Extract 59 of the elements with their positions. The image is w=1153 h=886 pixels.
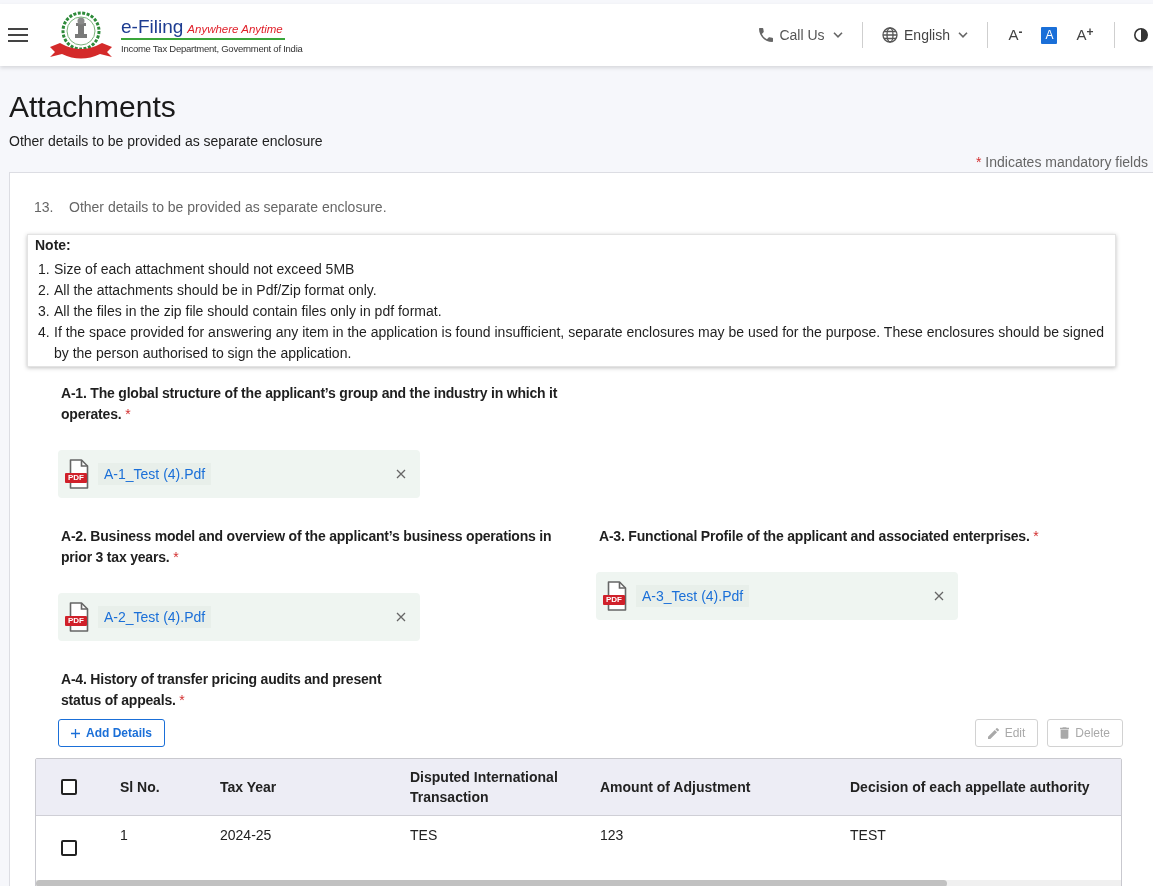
note-text: If the space provided for answering any item in the application is found insufficient, separate enclosures may be used for the purpose. These enclosures should be signed by the person authorised to sign the application. bbox=[54, 323, 1106, 363]
call-us-dropdown[interactable]: Call Us bbox=[759, 27, 843, 43]
chevron-down-icon bbox=[957, 32, 968, 38]
select-all-checkbox[interactable] bbox=[61, 779, 77, 795]
chevron-down-icon bbox=[832, 32, 843, 38]
file-type-badge: PDF bbox=[603, 595, 625, 605]
department-name: Income Tax Department, Government of India bbox=[121, 42, 303, 54]
close-icon[interactable] bbox=[396, 612, 406, 622]
list-number: 3. bbox=[38, 302, 51, 321]
table-cell: 2024-25 bbox=[220, 827, 272, 843]
table-cell: 123 bbox=[600, 827, 624, 843]
close-icon[interactable] bbox=[934, 591, 944, 601]
mandatory-fields-note: * Indicates mandatory fields bbox=[976, 154, 1148, 170]
file-name-link[interactable]: A-2_Test (4).Pdf bbox=[98, 606, 212, 628]
note-text: All the files in the zip file should contain files only in pdf format. bbox=[54, 302, 442, 321]
question-label: A-4. History of transfer pricing audits and present status of appeals. * bbox=[61, 671, 382, 708]
item-number: 13. bbox=[34, 199, 55, 215]
list-number: 4. bbox=[38, 323, 51, 342]
question-label: A-3. Functional Profile of the applicant and associated enterprises. * bbox=[599, 528, 1039, 544]
list-number: 2. bbox=[38, 281, 51, 300]
scrollbar-thumb[interactable] bbox=[36, 880, 948, 886]
font-size-button[interactable]: A$^{-}$ bbox=[1007, 26, 1024, 44]
file-type-badge: PDF bbox=[65, 616, 87, 626]
contrast-icon[interactable] bbox=[1134, 28, 1148, 42]
phone-icon bbox=[759, 28, 774, 42]
menu-icon[interactable] bbox=[8, 28, 28, 42]
brand-name: e-Filing bbox=[121, 16, 184, 37]
item-text: Other details to be provided as separate enclosure. bbox=[69, 199, 387, 215]
question-label: A-2. Business model and overview of the applicant’s business operations in prior 3 tax years. * bbox=[61, 528, 552, 565]
font-size-button[interactable]: A bbox=[1041, 26, 1058, 44]
column-header: Amount of Adjustment bbox=[600, 779, 751, 795]
note-text: All the attachments should be in Pdf/Zip format only. bbox=[54, 281, 377, 300]
file-name-link[interactable]: A-3_Test (4).Pdf bbox=[636, 585, 750, 607]
column-header: Disputed International Transaction bbox=[410, 769, 558, 805]
pencil-icon bbox=[987, 727, 999, 739]
note-title: Note: bbox=[35, 236, 71, 255]
column-header: Sl No. bbox=[120, 779, 160, 795]
plus-icon bbox=[71, 728, 80, 738]
emblem-logo bbox=[48, 10, 114, 60]
table-cell: 1 bbox=[120, 827, 128, 843]
table-cell: TES bbox=[410, 827, 438, 843]
table-cell: TEST bbox=[850, 827, 886, 843]
page-title: Attachments bbox=[9, 90, 176, 123]
globe-icon bbox=[882, 27, 899, 43]
brand-tagline: Anywhere Anytime bbox=[187, 21, 283, 36]
row-checkbox[interactable] bbox=[61, 840, 77, 856]
page-subtitle: Other details to be provided as separate enclosure bbox=[9, 133, 323, 149]
close-icon[interactable] bbox=[396, 469, 406, 479]
font-size-button[interactable]: A$^{+}$ bbox=[1075, 26, 1095, 44]
list-number: 1. bbox=[38, 260, 51, 279]
column-header: Tax Year bbox=[220, 779, 277, 795]
file-name-link[interactable]: A-1_Test (4).Pdf bbox=[98, 463, 212, 485]
trash-icon bbox=[1060, 727, 1070, 739]
add-button[interactable]: Add Details bbox=[58, 719, 165, 747]
column-header: Decision of each appellate authority bbox=[850, 779, 1090, 795]
file-type-badge: PDF bbox=[65, 473, 87, 483]
question-label: A-1. The global structure of the applicant’s group and the industry in which it operates. * bbox=[61, 385, 558, 422]
language-dropdown[interactable]: English bbox=[882, 27, 968, 43]
note-text: Size of each attachment should not exceed 5MB bbox=[54, 260, 355, 279]
